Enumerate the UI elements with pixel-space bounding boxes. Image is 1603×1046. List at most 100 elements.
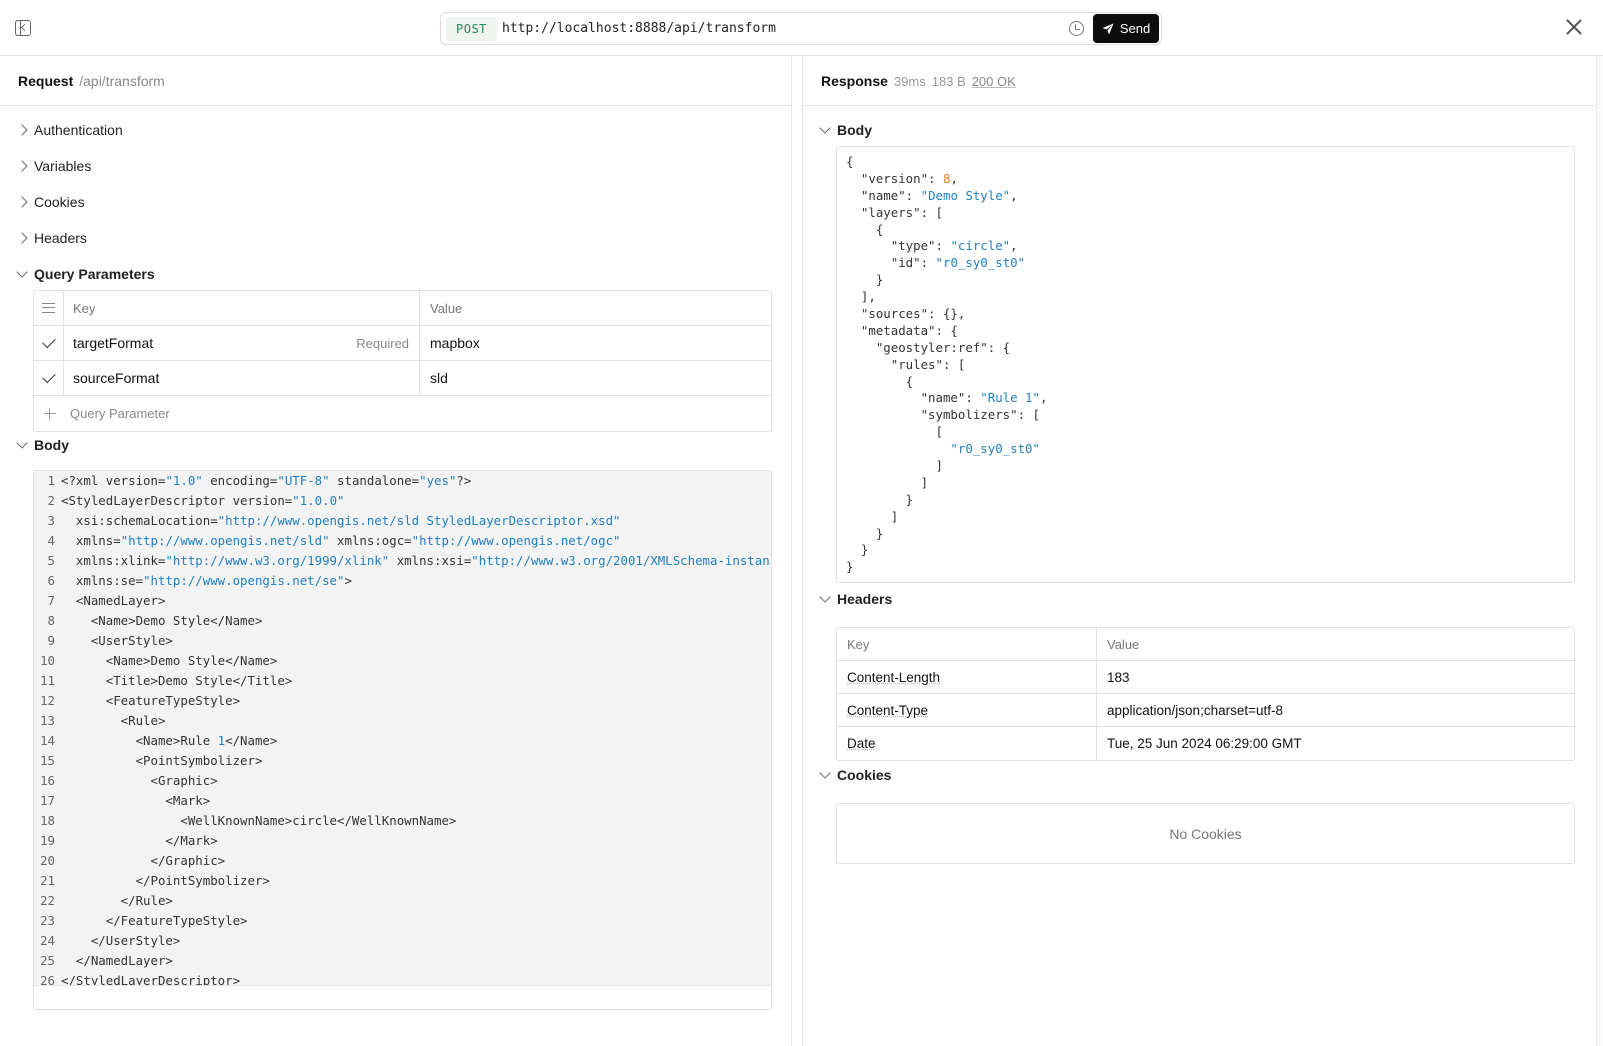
code-line: 7 <NamedLayer> <box>47 593 166 608</box>
header-key[interactable]: Content-Length <box>847 670 940 685</box>
json-line: "version": 8, <box>846 170 958 186</box>
section-label: Body <box>837 122 872 138</box>
add-query-parameter-row[interactable]: Query Parameter <box>34 396 771 431</box>
table-row: targetFormat Required mapbox <box>34 326 771 361</box>
request-body-editor[interactable]: 1 <?xml version= "1.0" encoding= "UTF-8" st… <box>33 470 772 1010</box>
header-key[interactable]: Content-Type <box>847 703 928 718</box>
json-line: "geostyler:ref": { <box>846 339 1011 355</box>
section-response-headers[interactable]: Headers <box>819 591 892 607</box>
key-header: Key <box>837 628 1097 660</box>
response-panel: Response 39ms 183 B 200 OK Body { "version"… <box>802 56 1596 1046</box>
url-bar: POST Send <box>440 12 1162 45</box>
check-icon <box>41 369 56 383</box>
history-icon[interactable] <box>1069 21 1084 36</box>
request-title: Request <box>18 73 74 89</box>
code-line: 2 <StyledLayerDescriptor version= "1.0.0" <box>47 493 345 508</box>
response-headers-table: Key Value Content-Length 183 Content-Typ… <box>836 627 1575 761</box>
header-value: 183 <box>1107 669 1130 685</box>
section-query-parameters[interactable]: Query Parameters <box>16 266 155 282</box>
json-line: { <box>846 373 914 389</box>
param-key: targetFormat <box>73 335 154 351</box>
param-value-field[interactable]: mapbox <box>420 326 772 360</box>
close-icon[interactable] <box>1565 18 1583 36</box>
value-header: Value <box>1107 636 1140 652</box>
json-line: ] <box>846 474 929 490</box>
code-line: 16 <Graphic> <box>40 773 218 788</box>
request-panel: Request/api/transform Authentication Var… <box>0 56 792 1046</box>
param-key-field[interactable]: sourceFormat <box>64 361 420 395</box>
table-row: Date Tue, 25 Jun 2024 06:29:00 GMT <box>837 727 1574 760</box>
top-bar: POST Send <box>0 0 1603 56</box>
section-label: Authentication <box>34 122 123 138</box>
code-line: 5 xmlns:xlink= "http://www.w3.org/1999/xl… <box>47 553 772 568</box>
sidebar-toggle-icon[interactable] <box>15 20 31 36</box>
code-line: 13 <Rule> <box>40 713 166 728</box>
code-line: 20 </Graphic> <box>40 853 226 868</box>
status-badge[interactable]: 200 OK <box>972 74 1016 89</box>
table-row: sourceFormat sld <box>34 361 771 396</box>
param-value-field[interactable]: sld <box>420 361 772 395</box>
json-line: "name": "Rule 1", <box>846 390 1048 406</box>
check-icon <box>41 334 56 348</box>
chevron-down-icon <box>819 591 831 603</box>
query-parameters-table: Key Value targetFormat Required mapbox s… <box>33 290 772 432</box>
json-line: ], <box>846 289 876 305</box>
value-header: Value <box>430 300 463 316</box>
section-cookies[interactable]: Cookies <box>16 194 85 210</box>
send-button[interactable]: Send <box>1093 14 1159 43</box>
json-line: "r0_sy0_st0" <box>846 441 1040 457</box>
code-line: 11 <Title>Demo Style</Title> <box>40 673 293 688</box>
no-cookies-text: No Cookies <box>1169 825 1242 842</box>
chevron-right-icon <box>16 196 28 208</box>
table-row: Content-Length 183 <box>837 661 1574 694</box>
response-time: 39ms <box>893 74 926 89</box>
json-line: "id": "r0_sy0_st0" <box>846 255 1026 271</box>
code-line: 18 <WellKnownName>circle</WellKnownName> <box>40 813 457 828</box>
section-label: Cookies <box>34 194 85 210</box>
header-key[interactable]: Date <box>847 736 876 751</box>
json-line: ] <box>846 458 943 474</box>
plus-icon <box>44 407 56 420</box>
table-header: Key Value <box>34 291 771 326</box>
bulk-edit-cell[interactable] <box>34 291 64 325</box>
request-header: Request/api/transform <box>0 56 791 106</box>
table-header: Key Value <box>837 628 1574 661</box>
section-headers[interactable]: Headers <box>16 230 87 246</box>
json-line: { <box>846 154 854 169</box>
code-line: 22 </Rule> <box>40 893 173 908</box>
add-param-label: Query Parameter <box>70 406 170 421</box>
chevron-down-icon <box>819 767 831 779</box>
section-response-cookies[interactable]: Cookies <box>819 767 891 783</box>
send-label: Send <box>1119 21 1151 36</box>
param-key-field[interactable]: targetFormat Required <box>64 326 420 360</box>
section-label: Body <box>34 437 69 453</box>
code-line: 14 <Name>Rule 1 </Name> <box>40 733 278 748</box>
json-line: "rules": [ <box>846 356 966 372</box>
json-line: "symbolizers": [ <box>846 407 1040 423</box>
editor-footer <box>34 985 771 1009</box>
code-line: 4 xmlns= "http://www.opengis.net/sld" xml… <box>47 533 621 548</box>
code-line: 3 xsi:schemaLocation= "http://www.opengis… <box>47 513 621 528</box>
code-line: 1 <?xml version= "1.0" encoding= "UTF-8" st… <box>47 473 472 488</box>
table-row: Content-Type application/json;charset=ut… <box>837 694 1574 727</box>
url-input[interactable] <box>502 13 1042 44</box>
enable-checkbox[interactable] <box>34 361 64 395</box>
code-line: 21 </PointSymbolizer> <box>40 873 270 888</box>
code-line: 6 xmlns:se= "http://www.opengis.net/se" > <box>47 573 352 588</box>
section-authentication[interactable]: Authentication <box>16 122 123 138</box>
http-method-selector[interactable]: POST <box>446 17 497 41</box>
chevron-right-icon <box>16 124 28 136</box>
code-line: 9 <UserStyle> <box>47 633 173 648</box>
section-variables[interactable]: Variables <box>16 158 91 174</box>
json-line: } <box>846 559 854 575</box>
enable-checkbox[interactable] <box>34 326 64 360</box>
code-line: 25 </NamedLayer> <box>40 953 173 968</box>
menu-icon[interactable] <box>42 303 55 313</box>
section-response-body[interactable]: Body <box>819 122 872 138</box>
chevron-down-icon <box>16 437 28 449</box>
scrollbar[interactable] <box>1596 56 1603 1046</box>
request-path: /api/transform <box>79 73 165 89</box>
response-body-viewer[interactable]: { "version": 8, "name": "Demo Style", "l… <box>836 146 1575 583</box>
section-body[interactable]: Body <box>16 437 69 453</box>
chevron-right-icon <box>16 160 28 172</box>
